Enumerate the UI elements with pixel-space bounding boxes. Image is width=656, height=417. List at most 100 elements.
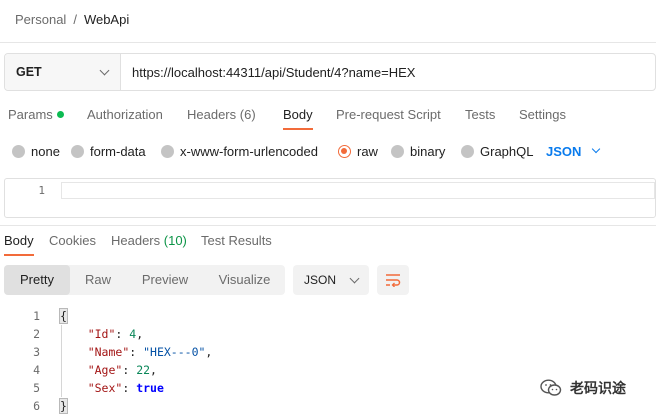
line-number: 1 (33, 309, 40, 323)
response-tab-headers[interactable]: Headers (10) (111, 230, 187, 256)
response-tab-test-results[interactable]: Test Results (201, 230, 272, 256)
response-headers-count: (10) (163, 233, 187, 248)
tab-settings-label: Settings (519, 107, 566, 122)
tab-pre-request-script[interactable]: Pre-request Script (336, 102, 441, 130)
json-comma: , (150, 363, 157, 377)
watermark: 老码识途 (540, 378, 626, 398)
response-tab-headers-label: Headers (111, 233, 161, 248)
watermark-text: 老码识途 (570, 380, 626, 396)
tab-headers-label: Headers (187, 107, 237, 122)
line-number: 2 (33, 327, 40, 341)
tab-headers-count: (6) (239, 107, 256, 122)
radio-raw[interactable]: raw (338, 140, 378, 162)
tab-settings[interactable]: Settings (519, 102, 566, 130)
radio-circle (71, 144, 84, 158)
code-line: 4 "Age": 22, (0, 361, 656, 379)
line-number: 5 (33, 381, 40, 395)
radio-form-data-label: form-data (90, 143, 146, 159)
response-tab-body-label: Body (4, 233, 34, 248)
view-raw-button[interactable]: Raw (70, 265, 126, 295)
wrap-lines-button[interactable] (377, 265, 409, 295)
body-language-select[interactable]: JSON (546, 140, 601, 162)
tab-authorization[interactable]: Authorization (87, 102, 163, 130)
radio-circle (391, 144, 404, 158)
radio-circle (461, 144, 474, 158)
json-value: "HEX---0" (143, 345, 206, 359)
radio-binary-label: binary (410, 143, 446, 159)
line-number: 3 (33, 345, 40, 359)
response-tab-test-results-label: Test Results (201, 233, 272, 248)
body-language-label: JSON (546, 143, 582, 159)
code-line: 3 "Name": "HEX---0", (0, 343, 656, 361)
breadcrumb-workspace[interactable]: Personal (15, 12, 66, 27)
divider (0, 225, 656, 226)
radio-form-data[interactable]: form-data (71, 140, 146, 162)
tab-tests-label: Tests (465, 107, 496, 122)
response-view-toggle: Pretty Raw Preview Visualize (4, 265, 285, 295)
radio-circle (161, 144, 174, 158)
chevron-down-icon (99, 65, 110, 75)
tab-params[interactable]: Params (8, 102, 64, 130)
tab-params-label: Params (8, 107, 53, 122)
radio-urlencoded-label: x-www-form-urlencoded (180, 143, 318, 159)
json-comma: , (205, 345, 213, 359)
view-preview-button[interactable]: Preview (126, 265, 204, 295)
request-body-editor[interactable]: 1 (4, 178, 656, 218)
method-select[interactable]: GET (5, 54, 121, 90)
chevron-down-icon (349, 273, 360, 283)
json-value: true (136, 381, 164, 395)
radio-circle (12, 144, 25, 158)
params-indicator-dot (56, 111, 64, 119)
breadcrumb: Personal / WebApi (15, 10, 129, 28)
code-line: 1 { (0, 307, 656, 325)
code-line: 6 } (0, 397, 656, 415)
tab-body-label: Body (283, 107, 313, 122)
url-input[interactable]: https://localhost:44311/api/Student/4?na… (121, 54, 655, 90)
editor-active-line[interactable] (61, 182, 655, 199)
response-tab-cookies-label: Cookies (49, 233, 96, 248)
response-body-code[interactable]: 1 { 2 "Id": 4, 3 "Name": "HEX---0", 4 "A… (0, 307, 656, 415)
line-number: 4 (33, 363, 40, 377)
radio-none[interactable]: none (12, 140, 60, 162)
json-value: 22 (136, 363, 151, 377)
json-key: "Sex" (87, 381, 123, 395)
response-format-select[interactable]: JSON (293, 265, 369, 295)
json-key: "Age" (87, 363, 123, 377)
radio-urlencoded[interactable]: x-www-form-urlencoded (161, 140, 318, 162)
wechat-icon (540, 379, 562, 396)
breadcrumb-request-name[interactable]: WebApi (84, 12, 129, 27)
tab-pre-request-label: Pre-request Script (336, 107, 441, 122)
wrap-lines-icon (386, 274, 401, 287)
chevron-down-icon (592, 144, 601, 154)
json-comma: , (136, 327, 144, 341)
view-pretty-button[interactable]: Pretty (4, 265, 70, 295)
view-visualize-button[interactable]: Visualize (204, 265, 285, 295)
radio-raw-label: raw (357, 143, 378, 159)
response-tabs: Body Cookies Headers (10) Test Results (0, 230, 656, 256)
line-number: 1 (38, 184, 45, 197)
radio-none-label: none (31, 143, 60, 159)
tab-authorization-label: Authorization (87, 107, 163, 122)
response-format-label: JSON (304, 273, 337, 287)
response-tab-cookies[interactable]: Cookies (49, 230, 96, 256)
open-brace: { (59, 308, 68, 324)
code-line: 2 "Id": 4, (0, 325, 656, 343)
tab-tests[interactable]: Tests (465, 102, 495, 130)
json-key: "Id" (87, 327, 116, 341)
response-tab-body[interactable]: Body (4, 230, 34, 256)
line-number: 6 (33, 399, 40, 413)
body-type-options: none form-data x-www-form-urlencoded raw… (0, 140, 656, 162)
tab-headers[interactable]: Headers (6) (187, 102, 256, 130)
radio-selected-circle (338, 144, 351, 158)
radio-binary[interactable]: binary (391, 140, 445, 162)
method-label: GET (16, 65, 42, 79)
request-bar: GET https://localhost:44311/api/Student/… (4, 53, 656, 91)
request-tabs: Params Authorization Headers (6) Body Pr… (0, 102, 656, 130)
breadcrumb-separator: / (73, 11, 77, 27)
radio-graphql-label: GraphQL (480, 143, 534, 159)
json-key: "Name" (87, 345, 130, 359)
divider (0, 42, 656, 43)
radio-graphql[interactable]: GraphQL (461, 140, 533, 162)
tab-body[interactable]: Body (283, 102, 313, 130)
close-brace: } (59, 398, 68, 414)
